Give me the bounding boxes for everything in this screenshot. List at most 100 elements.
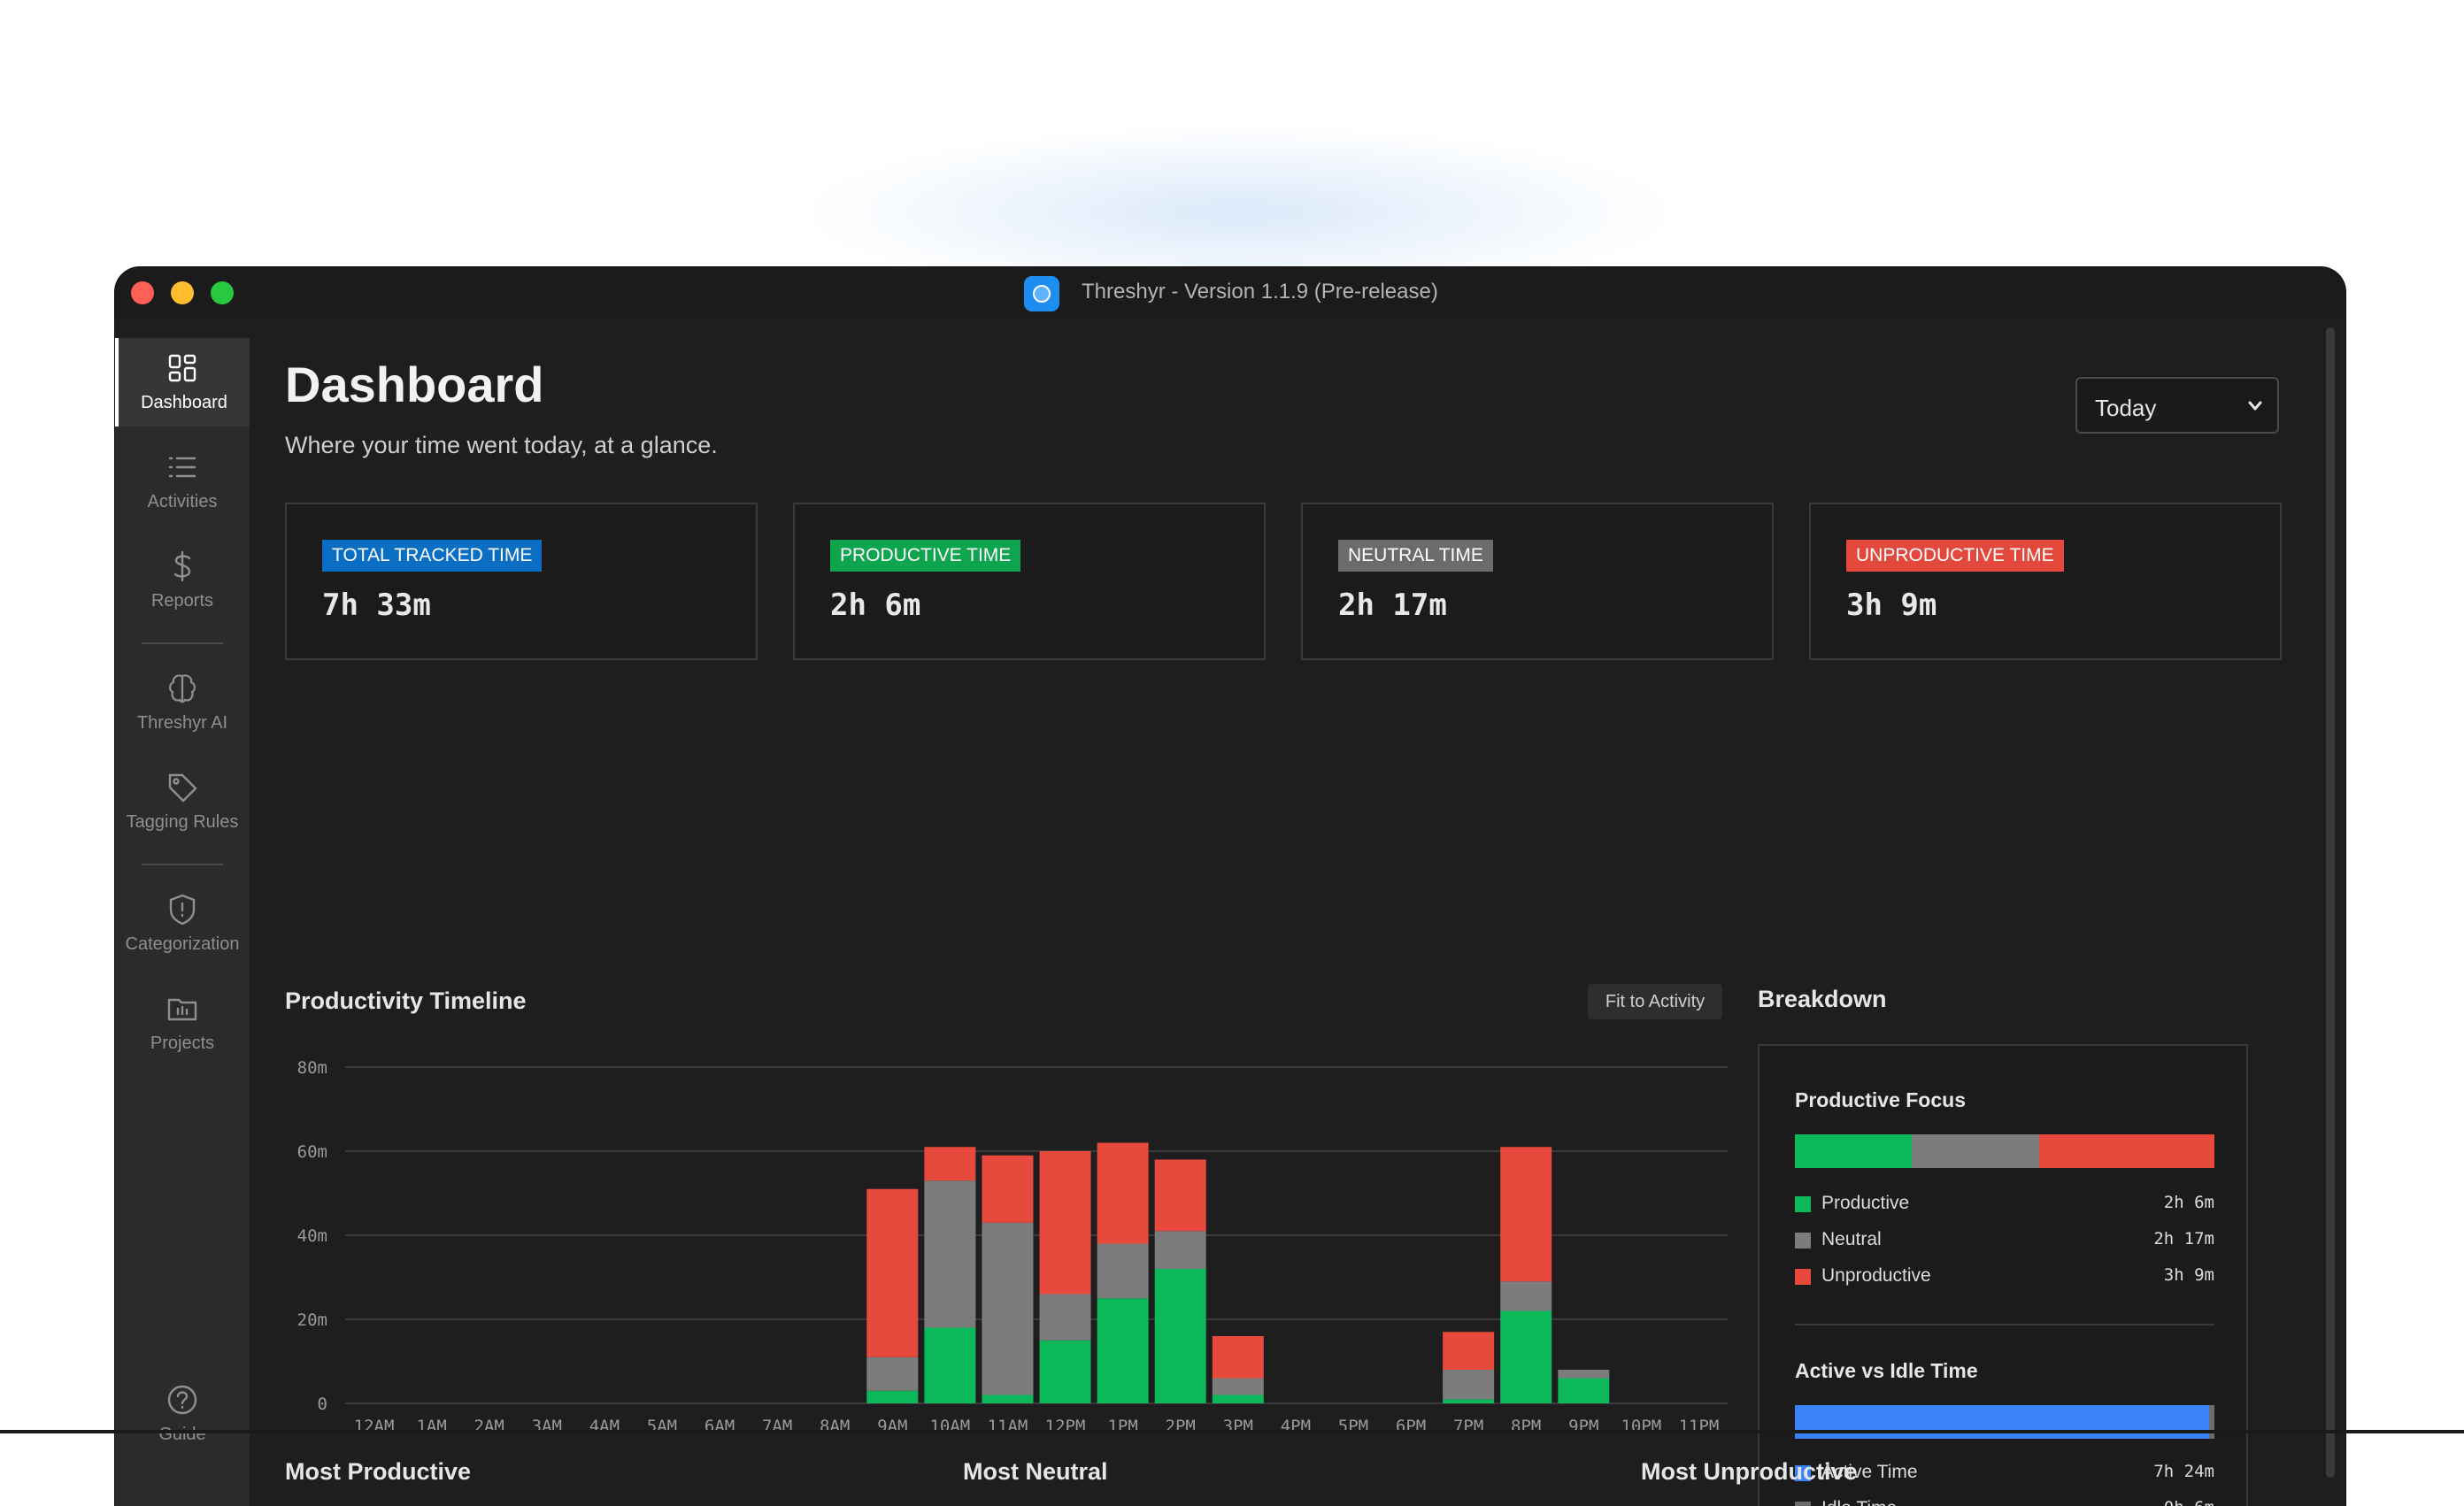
focus-segment-neutral — [1912, 1134, 2039, 1168]
bar-segment[interactable] — [1039, 1340, 1091, 1403]
breakdown-divider — [1795, 1324, 2214, 1325]
bar-segment[interactable] — [1443, 1370, 1495, 1400]
legend-value: 0h 6m — [2164, 1498, 2214, 1506]
stat-badge: TOTAL TRACKED TIME — [322, 540, 543, 572]
sidebar-item-threshyr-ai[interactable]: Threshyr AI — [115, 658, 250, 747]
dollar-icon — [173, 550, 191, 582]
close-window-button[interactable] — [131, 281, 154, 304]
bar-segment[interactable] — [1558, 1378, 1610, 1404]
sidebar-item-categorization[interactable]: Categorization — [115, 880, 250, 968]
stat-card-productive: PRODUCTIVE TIME 2h 6m — [793, 503, 1266, 660]
legend-swatch — [1795, 1269, 1811, 1285]
stat-value: 3h 9m — [1846, 588, 1937, 623]
legend-row-unproductive: Unproductive 3h 9m — [1795, 1264, 2214, 1290]
legend-label: Productive — [1821, 1193, 1910, 1213]
chevron-down-icon — [2248, 401, 2262, 411]
breakdown-title: Breakdown — [1758, 986, 1887, 1012]
bar-segment[interactable] — [1154, 1159, 1206, 1232]
legend-row-neutral: Neutral 2h 17m — [1795, 1227, 2214, 1254]
timeline-title: Productivity Timeline — [285, 987, 527, 1014]
bar-segment[interactable] — [1039, 1294, 1091, 1341]
bar-segment[interactable] — [1500, 1310, 1552, 1404]
stat-value: 2h 17m — [1338, 588, 1447, 623]
focus-segment-unproductive — [2038, 1134, 2214, 1168]
bar-segment[interactable] — [1097, 1298, 1149, 1403]
sidebar-item-dashboard[interactable]: Dashboard — [115, 338, 250, 426]
bar-segment[interactable] — [924, 1180, 976, 1328]
most-neutral-title: Most Neutral — [963, 1458, 1108, 1485]
bar-segment[interactable] — [1212, 1395, 1264, 1404]
app-logo-icon — [1024, 276, 1059, 311]
bar-segment[interactable] — [1097, 1243, 1149, 1299]
sidebar-item-projects[interactable]: Projects — [115, 979, 250, 1067]
app-window: Threshyr - Version 1.1.9 (Pre-release) D… — [115, 267, 2345, 1506]
focus-segment-productive — [1795, 1134, 1913, 1168]
date-range-select[interactable]: Today — [2075, 377, 2279, 434]
window-title: Threshyr - Version 1.1.9 (Pre-release) — [1082, 280, 1438, 304]
active-idle-bar — [1795, 1405, 2214, 1439]
most-productive-title: Most Productive — [285, 1458, 472, 1485]
bar-segment[interactable] — [982, 1395, 1034, 1404]
sidebar-item-guide[interactable]: Guide — [115, 1370, 250, 1458]
bar-segment[interactable] — [1558, 1370, 1610, 1379]
zoom-window-button[interactable] — [211, 281, 234, 304]
bar-segment[interactable] — [924, 1147, 976, 1181]
brain-icon — [169, 674, 196, 703]
active-idle-title: Active vs Idle Time — [1795, 1359, 1978, 1382]
sidebar-item-activities[interactable]: Activities — [115, 437, 250, 526]
stat-value: 2h 6m — [830, 588, 921, 623]
bar-segment[interactable] — [1212, 1378, 1264, 1395]
bar-segment[interactable] — [866, 1356, 919, 1391]
legend-swatch — [1795, 1233, 1811, 1249]
legend-row-productive: Productive 2h 6m — [1795, 1191, 2214, 1218]
bar-segment[interactable] — [1443, 1399, 1495, 1403]
bar-segment[interactable] — [982, 1155, 1034, 1223]
sidebar-item-label: Projects — [150, 1033, 215, 1053]
bar-segment[interactable] — [1154, 1231, 1206, 1269]
dashboard-icon — [168, 354, 196, 382]
y-tick-label: 0 — [318, 1395, 327, 1414]
legend-label: Idle Time — [1821, 1498, 1897, 1506]
legend-label: Neutral — [1821, 1229, 1882, 1249]
productive-focus-bar — [1795, 1134, 2214, 1168]
most-unproductive-title: Most Unproductive — [1641, 1458, 1858, 1485]
sidebar-item-reports[interactable]: Reports — [115, 536, 250, 625]
folder-icon — [167, 998, 197, 1021]
bar-segment[interactable] — [1097, 1142, 1149, 1244]
stat-card-neutral: NEUTRAL TIME 2h 17m — [1301, 503, 1774, 660]
bar-segment[interactable] — [1154, 1269, 1206, 1403]
bar-segment[interactable] — [982, 1222, 1034, 1395]
bar-segment[interactable] — [1443, 1332, 1495, 1370]
sidebar: Dashboard Activities Reports Threshyr AI… — [115, 338, 250, 1506]
bar-segment[interactable] — [924, 1327, 976, 1404]
bar-segment[interactable] — [1212, 1336, 1264, 1379]
tag-icon — [168, 773, 197, 803]
minimize-window-button[interactable] — [171, 281, 194, 304]
fit-to-activity-button[interactable]: Fit to Activity — [1588, 984, 1722, 1019]
legend-value: 3h 9m — [2163, 1265, 2214, 1285]
help-icon — [167, 1385, 197, 1415]
main-scrollbar[interactable] — [2326, 327, 2335, 1478]
bar-segment[interactable] — [866, 1188, 919, 1357]
productive-focus-title: Productive Focus — [1795, 1088, 1966, 1111]
bar-segment[interactable] — [1500, 1281, 1552, 1311]
activity-segment-idle-time — [2208, 1405, 2214, 1439]
stat-card-unproductive: UNPRODUCTIVE TIME 3h 9m — [1809, 503, 2282, 660]
legend-value: 7h 24m — [2153, 1462, 2214, 1481]
legend-value: 2h 17m — [2153, 1229, 2214, 1249]
stat-badge: UNPRODUCTIVE TIME — [1846, 540, 2064, 572]
y-tick-label: 20m — [297, 1310, 327, 1330]
sidebar-item-label: Guide — [158, 1425, 206, 1444]
sidebar-separator — [142, 642, 223, 644]
bar-segment[interactable] — [1039, 1151, 1091, 1295]
title-bar: Threshyr - Version 1.1.9 (Pre-release) — [115, 267, 2345, 319]
legend-row-active: Active Time 7h 24m — [1795, 1460, 2214, 1487]
bar-segment[interactable] — [866, 1390, 919, 1403]
stat-value: 7h 33m — [322, 588, 431, 623]
sidebar-item-tagging-rules[interactable]: Tagging Rules — [115, 757, 250, 846]
date-range-value: Today — [2095, 395, 2157, 421]
sidebar-item-label: Dashboard — [141, 393, 227, 412]
bar-segment[interactable] — [1500, 1147, 1552, 1282]
legend-row-idle: Idle Time 0h 6m — [1795, 1496, 2214, 1506]
sidebar-separator — [142, 864, 223, 865]
